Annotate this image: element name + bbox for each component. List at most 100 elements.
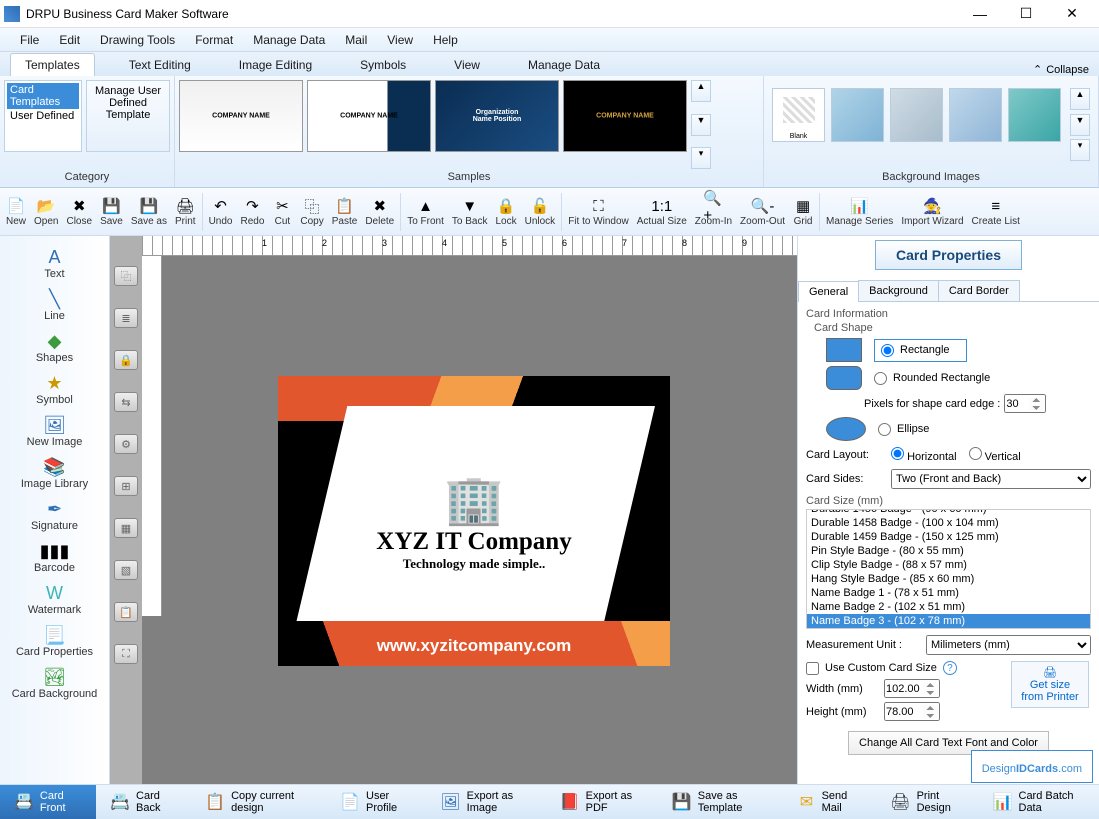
tool-actual-size[interactable]: 1:1Actual Size — [633, 194, 691, 229]
layout-vertical[interactable]: Vertical — [969, 447, 1021, 463]
tool-open[interactable]: 📂Open — [30, 194, 62, 229]
ltool-image-library[interactable]: 📚Image Library — [0, 452, 109, 494]
btab-card-front[interactable]: 📇Card Front — [0, 785, 96, 819]
minimize-button[interactable]: — — [957, 0, 1003, 28]
close-button[interactable]: ✕ — [1049, 0, 1095, 28]
px-input[interactable] — [1004, 394, 1046, 413]
height-input[interactable] — [884, 702, 940, 721]
manage-template-button[interactable]: Manage User Defined Template — [86, 80, 170, 152]
sides-select[interactable]: Two (Front and Back) — [891, 469, 1091, 489]
tool-import-wizard[interactable]: 🧙Import Wizard — [897, 194, 967, 229]
bg-up[interactable]: ▲ — [1070, 88, 1090, 110]
btab-send-mail[interactable]: ✉Send Mail — [783, 785, 876, 819]
sample-thumb[interactable]: COMPANY NAME — [179, 80, 303, 152]
shape-rect-radio[interactable] — [881, 344, 894, 357]
handle-lock-icon[interactable]: 🔒 — [114, 350, 138, 370]
btab-save-as-template[interactable]: 💾Save as Template — [658, 785, 783, 819]
width-input[interactable] — [884, 679, 940, 698]
size-item[interactable]: Name Badge 1 - (78 x 51 mm) — [807, 586, 1090, 600]
handle-copy-icon[interactable]: ⿻ — [114, 266, 138, 286]
category-item[interactable]: User Defined — [7, 109, 79, 123]
menu-file[interactable]: File — [10, 33, 49, 47]
bg-more[interactable]: ▾ — [1070, 139, 1090, 161]
tool-new[interactable]: 📄New — [2, 194, 30, 229]
shape-ellipse-radio[interactable] — [878, 423, 891, 436]
handle-link-icon[interactable]: ⇆ — [114, 392, 138, 412]
bg-blank[interactable] — [772, 88, 825, 142]
bg-thumb[interactable] — [890, 88, 943, 142]
size-item[interactable]: Durable 1456 Badge - (90 x 60 mm) — [807, 509, 1090, 516]
sample-thumb[interactable]: COMPANY NAME — [563, 80, 687, 152]
sample-thumb[interactable]: COMPANY NAME — [307, 80, 431, 152]
tool-to-back[interactable]: ▼To Back — [448, 194, 492, 229]
tool-fit-to-window[interactable]: ⛶Fit to Window — [564, 194, 633, 229]
maximize-button[interactable]: ☐ — [1003, 0, 1049, 28]
size-item[interactable]: Clip Style Badge - (88 x 57 mm) — [807, 558, 1090, 572]
props-tab-background[interactable]: Background — [858, 280, 939, 301]
ribbon-tab-manage-data[interactable]: Manage Data — [514, 54, 614, 76]
props-tab-card-border[interactable]: Card Border — [938, 280, 1020, 301]
menu-format[interactable]: Format — [185, 33, 243, 47]
ltool-new-image[interactable]: 🖼New Image — [0, 410, 109, 452]
handle-ungroup-icon[interactable]: ▧ — [114, 560, 138, 580]
tool-create-list[interactable]: ≡Create List — [968, 194, 1024, 229]
menu-edit[interactable]: Edit — [49, 33, 90, 47]
tool-grid[interactable]: ▦Grid — [789, 194, 817, 229]
menu-manage-data[interactable]: Manage Data — [243, 33, 335, 47]
ltool-signature[interactable]: ✒Signature — [0, 494, 109, 536]
tool-copy[interactable]: ⿻Copy — [296, 194, 327, 229]
category-list[interactable]: Card TemplatesUser Defined — [4, 80, 82, 152]
tool-manage-series[interactable]: 📊Manage Series — [822, 194, 897, 229]
get-size-button[interactable]: 🖨Get size from Printer — [1011, 661, 1089, 708]
layout-horizontal[interactable]: Horizontal — [891, 447, 957, 463]
handle-settings-icon[interactable]: ⚙ — [114, 434, 138, 454]
ltool-symbol[interactable]: ★Symbol — [0, 368, 109, 410]
size-item[interactable]: Pin Style Badge - (80 x 55 mm) — [807, 544, 1090, 558]
samples-more[interactable]: ▾ — [691, 147, 711, 169]
category-item[interactable]: Card Templates — [7, 83, 79, 109]
ltool-line[interactable]: ╲Line — [0, 284, 109, 326]
size-item[interactable]: Name Badge 2 - (102 x 51 mm) — [807, 600, 1090, 614]
size-item[interactable]: Durable 1458 Badge - (100 x 104 mm) — [807, 516, 1090, 530]
tool-undo[interactable]: ↶Undo — [205, 194, 237, 229]
ltool-card-background[interactable]: 🏞Card Background — [0, 662, 109, 704]
btab-export-as-pdf[interactable]: 📕Export as PDF — [546, 785, 658, 819]
ltool-barcode[interactable]: ▮▮▮Barcode — [0, 536, 109, 578]
tool-save[interactable]: 💾Save — [96, 194, 127, 229]
ribbon-tab-templates[interactable]: Templates — [10, 53, 95, 76]
tool-to-front[interactable]: ▲To Front — [403, 194, 448, 229]
ltool-card-properties[interactable]: 📃Card Properties — [0, 620, 109, 662]
btab-copy-current-design[interactable]: 📋Copy current design — [191, 785, 326, 819]
ribbon-tab-image-editing[interactable]: Image Editing — [225, 54, 326, 76]
tool-delete[interactable]: ✖Delete — [361, 194, 398, 229]
btab-user-profile[interactable]: 📄User Profile — [326, 785, 426, 819]
btab-print-design[interactable]: 🖨Print Design — [876, 785, 978, 819]
tool-paste[interactable]: 📋Paste — [328, 194, 362, 229]
ltool-text[interactable]: AText — [0, 242, 109, 284]
tool-zoom-in[interactable]: 🔍+Zoom-In — [691, 194, 736, 229]
menu-mail[interactable]: Mail — [335, 33, 377, 47]
tool-close[interactable]: ✖Close — [62, 194, 96, 229]
ribbon-tab-text-editing[interactable]: Text Editing — [115, 54, 205, 76]
custom-size-check[interactable] — [806, 662, 819, 675]
samples-down[interactable]: ▼ — [691, 114, 711, 136]
size-item[interactable]: Name Badge 3 - (102 x 78 mm) — [807, 614, 1090, 628]
size-list[interactable]: Durable 1456 Badge - (90 x 60 mm)Durable… — [806, 509, 1091, 629]
shape-rounded-radio[interactable] — [874, 372, 887, 385]
menu-help[interactable]: Help — [423, 33, 468, 47]
ribbon-tab-view[interactable]: View — [440, 54, 494, 76]
btab-card-batch-data[interactable]: 📊Card Batch Data — [979, 785, 1099, 819]
menu-view[interactable]: View — [377, 33, 423, 47]
btab-card-back[interactable]: 📇Card Back — [96, 785, 191, 819]
ltool-shapes[interactable]: ◆Shapes — [0, 326, 109, 368]
tool-print[interactable]: 🖨Print — [171, 194, 200, 229]
tool-cut[interactable]: ✂Cut — [268, 194, 296, 229]
ltool-watermark[interactable]: WWatermark — [0, 578, 109, 620]
shape-rounded[interactable]: Rounded Rectangle — [874, 372, 990, 385]
tool-redo[interactable]: ↷Redo — [236, 194, 268, 229]
help-icon[interactable]: ? — [943, 661, 957, 675]
ribbon-tab-symbols[interactable]: Symbols — [346, 54, 420, 76]
bg-thumb[interactable] — [949, 88, 1002, 142]
handle-expand-icon[interactable]: ⛶ — [114, 644, 138, 664]
card-canvas[interactable]: 🏢 XYZ IT Company Technology made simple.… — [278, 376, 670, 666]
